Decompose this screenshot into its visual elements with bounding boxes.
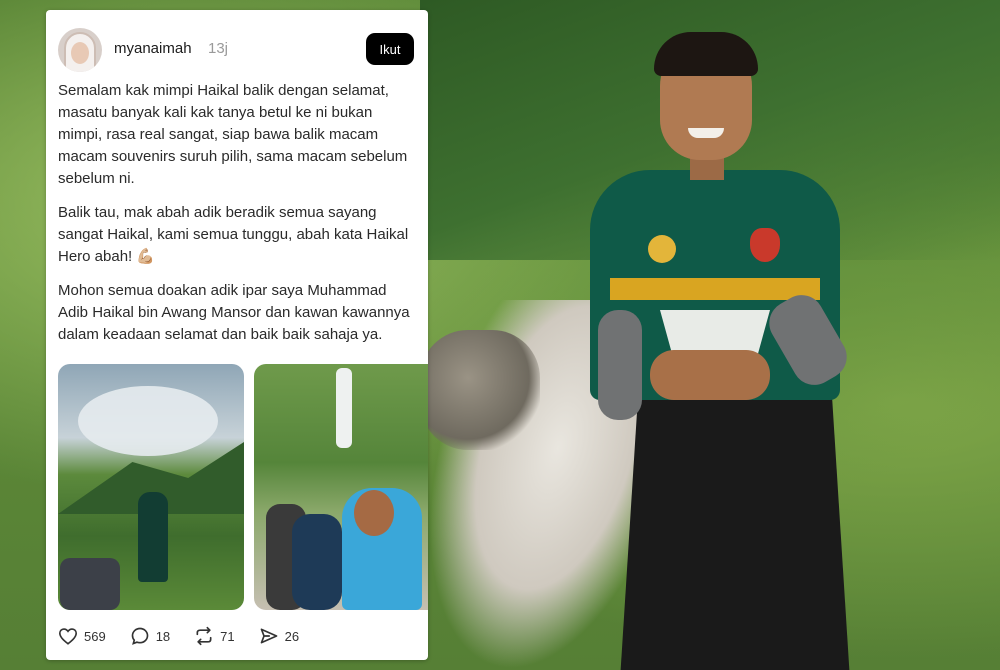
post-actions-bar: 569 18 71 26 [58, 624, 418, 648]
post-body: Semalam kak mimpi Haikal balik dengan se… [58, 80, 418, 358]
share-count: 26 [284, 628, 300, 644]
follow-button[interactable]: Ikut [366, 33, 414, 65]
image-backpack [60, 558, 120, 610]
smile [688, 128, 724, 138]
post-paragraph: Semalam kak mimpi Haikal balik dengan se… [58, 82, 408, 187]
comment-button[interactable]: 18 [130, 626, 170, 646]
rocks [420, 330, 540, 450]
share-button[interactable]: 26 [259, 626, 299, 646]
repost-button[interactable]: 71 [194, 626, 235, 646]
post-timestamp: 13j [208, 40, 229, 57]
jersey-emblem-left [648, 235, 676, 263]
post-image-hiker-valley[interactable] [58, 364, 244, 610]
post-image-group-selfie[interactable] [254, 364, 428, 610]
image-clouds [78, 386, 218, 456]
repost-icon [196, 626, 212, 646]
like-count: 569 [84, 628, 106, 644]
avatar-face [71, 42, 89, 64]
avatar[interactable] [58, 28, 102, 72]
tied-jacket [620, 390, 850, 670]
jersey-emblem-right [750, 228, 780, 262]
comment-bubble-icon [131, 627, 149, 645]
comment-count: 18 [155, 628, 171, 644]
post-paragraph: Mohon semua doakan adik ipar saya Muhamm… [58, 282, 410, 343]
username[interactable]: myanaimah [114, 40, 192, 57]
like-button[interactable]: 569 [58, 627, 106, 645]
repost-count: 71 [220, 628, 235, 644]
jersey-stripe [610, 278, 820, 300]
hands-holding-hat [650, 350, 770, 400]
image-hiker [138, 492, 168, 582]
image-face-right [354, 490, 394, 536]
left-arm-sleeve [598, 310, 642, 420]
post-header: myanaimah 13j Ikut [58, 28, 418, 72]
send-icon [260, 628, 277, 644]
hair [654, 32, 758, 76]
hiker-figure [590, 20, 880, 670]
social-post-card: myanaimah 13j Ikut Semalam kak mimpi Hai… [46, 10, 428, 660]
heart-icon [58, 628, 78, 645]
image-waterfall [336, 368, 352, 448]
image-person-middle [292, 514, 342, 610]
post-paragraph: Balik tau, mak abah adik beradik semua s… [58, 204, 409, 265]
